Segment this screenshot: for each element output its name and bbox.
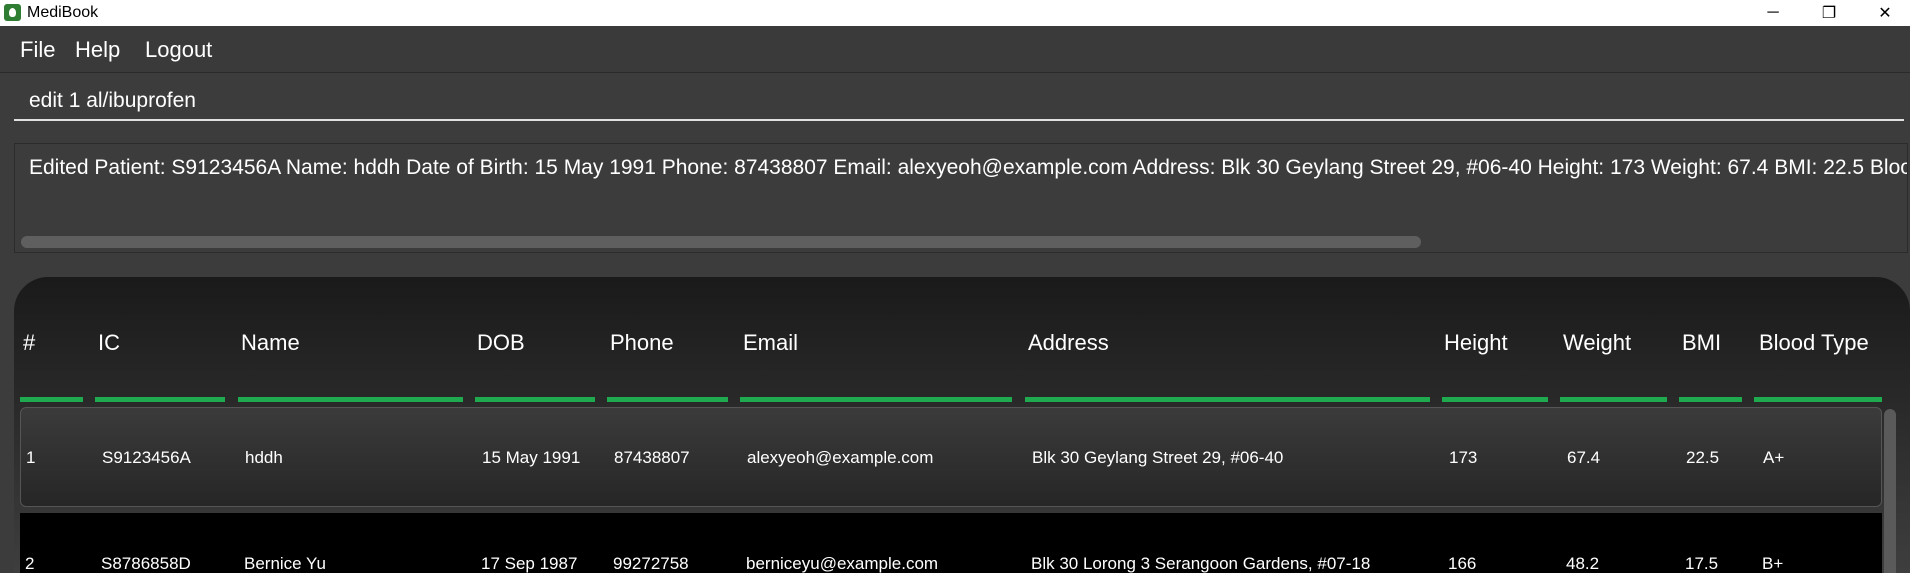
column-header-phone[interactable]: Phone (610, 330, 674, 356)
cell-blood-type: A+ (1763, 448, 1785, 467)
column-header-bmi[interactable]: BMI (1682, 330, 1721, 356)
menu-logout[interactable]: Logout (145, 37, 212, 63)
column-underline (607, 397, 728, 402)
app-logo-icon (4, 4, 21, 21)
cell-index: 1 (26, 448, 36, 467)
column-header-weight[interactable]: Weight (1563, 330, 1631, 356)
minimize-button[interactable]: ─ (1750, 0, 1796, 26)
cell-phone: 99272758 (613, 554, 689, 573)
result-message: Edited Patient: S9123456A Name: hddh Dat… (29, 156, 1908, 179)
cell-name: Bernice Yu (244, 554, 326, 573)
cell-ic: S8786858D (101, 554, 191, 573)
column-underline (740, 397, 1012, 402)
column-underline (1442, 397, 1548, 402)
cell-ic: S9123456A (102, 448, 191, 467)
column-underline (238, 397, 463, 402)
restore-icon: ❐ (1821, 5, 1837, 22)
table-row[interactable]: 1 S9123456A hddh 15 May 1991 87438807 al… (20, 407, 1882, 507)
menu-file[interactable]: File (20, 37, 55, 63)
column-underline (1025, 397, 1430, 402)
cell-index: 2 (25, 554, 35, 573)
cell-height: 173 (1449, 448, 1478, 467)
cell-dob: 15 May 1991 (482, 448, 581, 467)
menu-help[interactable]: Help (75, 37, 120, 63)
cell-address: Blk 30 Lorong 3 Serangoon Gardens, #07-1… (1031, 554, 1371, 573)
cell-address: Blk 30 Geylang Street 29, #06-40 (1032, 448, 1284, 467)
cell-bmi: 22.5 (1686, 448, 1720, 467)
cell-dob: 17 Sep 1987 (481, 554, 578, 573)
patient-table: # IC Name DOB Phone Email Address Height… (14, 277, 1910, 573)
cell-blood-type: B+ (1762, 554, 1784, 573)
column-underline (1679, 397, 1742, 402)
menu-bar: File Help Logout (0, 26, 1910, 73)
minimize-icon: ─ (1767, 4, 1779, 21)
column-underline (95, 397, 225, 402)
close-icon: ✕ (1878, 5, 1892, 22)
cell-email: alexyeoh@example.com (747, 448, 934, 467)
column-underline (1560, 397, 1667, 402)
horizontal-scrollbar[interactable] (21, 236, 1421, 248)
column-header-height[interactable]: Height (1444, 330, 1508, 356)
cell-height: 166 (1448, 554, 1477, 573)
cell-weight: 67.4 (1567, 448, 1601, 467)
window-title: MediBook (27, 4, 99, 21)
cell-name: hddh (245, 448, 283, 467)
close-button[interactable]: ✕ (1862, 0, 1908, 26)
column-header-address[interactable]: Address (1028, 330, 1109, 356)
vertical-scrollbar[interactable] (1884, 409, 1896, 573)
column-header-blood-type[interactable]: Blood Type (1759, 330, 1869, 356)
title-bar: MediBook ─ ❐ ✕ (0, 0, 1910, 26)
column-header-name[interactable]: Name (241, 330, 300, 356)
column-underline (20, 397, 83, 402)
command-input[interactable] (14, 83, 1904, 121)
cell-phone: 87438807 (614, 448, 690, 467)
column-header-index[interactable]: # (23, 330, 35, 356)
cell-weight: 48.2 (1566, 554, 1600, 573)
table-row[interactable]: 2 S8786858D Bernice Yu 17 Sep 1987 99272… (20, 513, 1882, 573)
column-header-email[interactable]: Email (743, 330, 798, 356)
column-underline (475, 397, 595, 402)
column-underline (1754, 397, 1882, 402)
cell-bmi: 17.5 (1685, 554, 1719, 573)
column-header-dob[interactable]: DOB (477, 330, 525, 356)
column-header-ic[interactable]: IC (98, 330, 120, 356)
command-box (0, 73, 1910, 136)
maximize-button[interactable]: ❐ (1806, 0, 1852, 26)
cell-email: berniceyu@example.com (746, 554, 939, 573)
result-display: Edited Patient: S9123456A Name: hddh Dat… (14, 143, 1908, 253)
